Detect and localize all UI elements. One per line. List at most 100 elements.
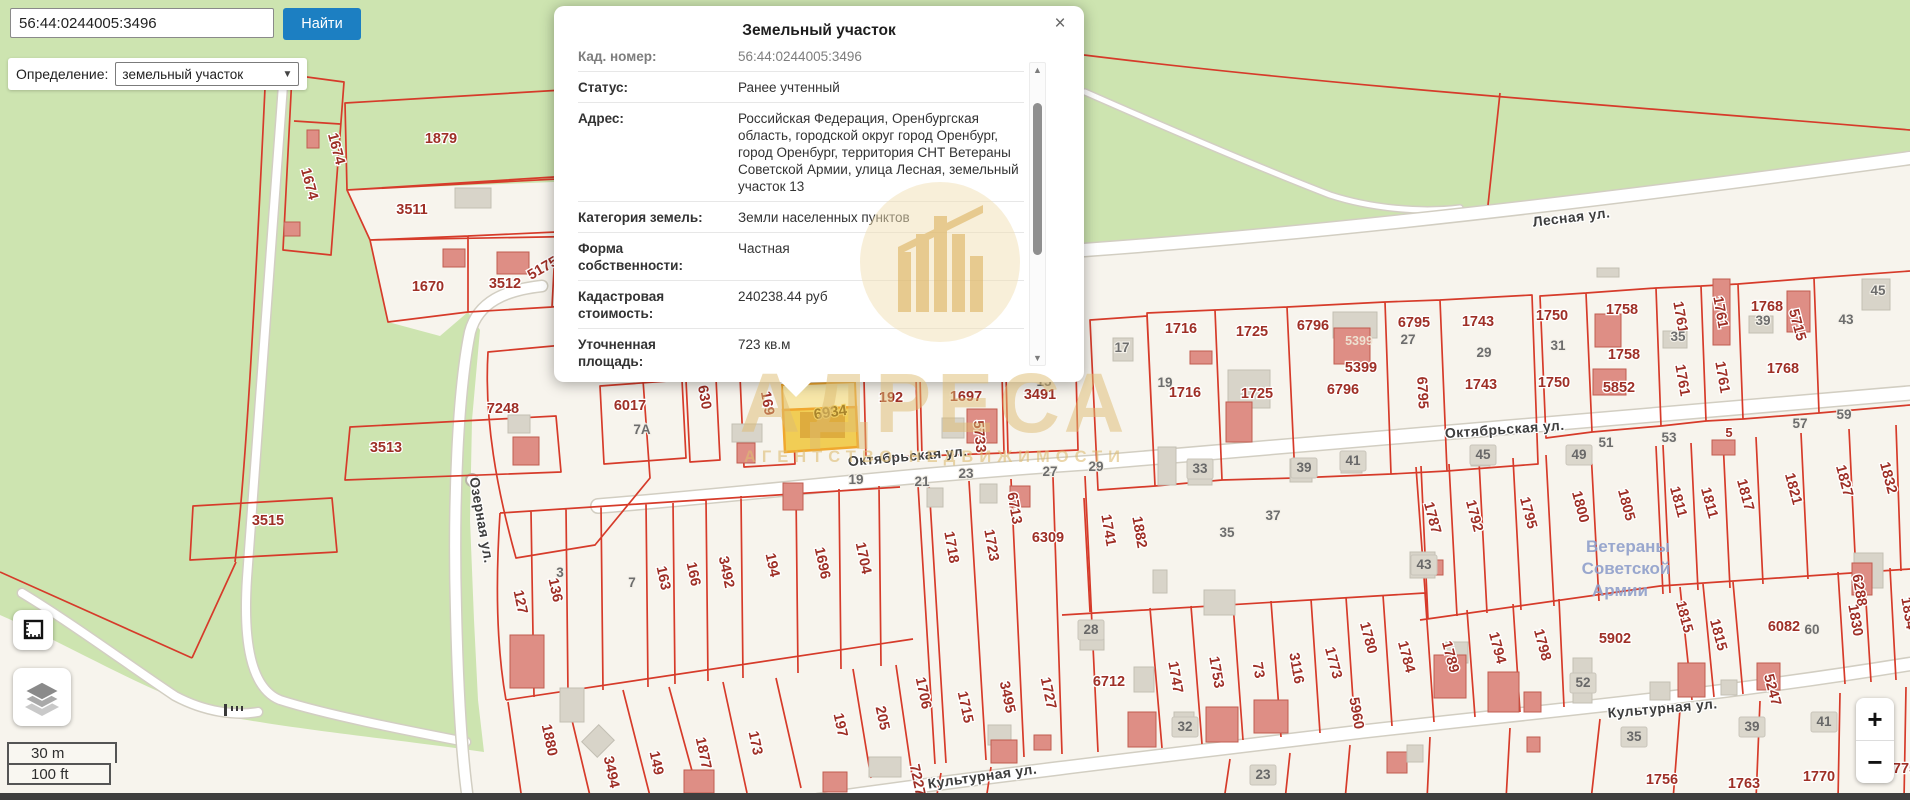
definition-bar: Определение: земельный участок ▼ bbox=[8, 58, 307, 90]
zoom-control: + − bbox=[1856, 698, 1894, 783]
map-label: 59 bbox=[1836, 407, 1851, 422]
map-label: 1725 bbox=[1241, 386, 1273, 402]
map-label: 49 bbox=[1571, 447, 1586, 462]
map-label: 6712 bbox=[1093, 674, 1125, 690]
map-label: 39 bbox=[1744, 719, 1759, 734]
map-label: 37 bbox=[1265, 508, 1280, 523]
popup-row-address: Адрес: Российская Федерация, Оренбургска… bbox=[578, 103, 1024, 202]
popup-rows: Кад. номер: 56:44:0244005:3496 Статус: Р… bbox=[578, 50, 1024, 370]
popup-row-area: Уточненная площадь: 723 кв.м bbox=[578, 329, 1024, 370]
close-icon[interactable]: × bbox=[1048, 12, 1072, 36]
map-label: 6309 bbox=[1032, 530, 1064, 546]
map-label: 1743 bbox=[1465, 377, 1497, 393]
map-label: 1758 bbox=[1608, 347, 1640, 363]
map-label: 1716 bbox=[1169, 385, 1201, 401]
popup-row-cadnumber: Кад. номер: 56:44:0244005:3496 bbox=[578, 50, 1024, 72]
scale-imperial: 100 ft bbox=[7, 763, 111, 785]
popup-title: Земельный участок bbox=[554, 22, 1084, 40]
map-label: 1743 bbox=[1462, 314, 1494, 330]
popup-row-category: Категория земель: Земли населенных пункт… bbox=[578, 202, 1024, 233]
map-label: 53 bbox=[1661, 430, 1677, 445]
zoom-out-button[interactable]: − bbox=[1856, 741, 1894, 783]
map-label: 6796 bbox=[1327, 382, 1359, 398]
map-label: 29 bbox=[1088, 459, 1103, 474]
map-label: 43 bbox=[1838, 312, 1854, 327]
map-label: 35 bbox=[1219, 525, 1235, 540]
map-label: 41 bbox=[1345, 453, 1361, 468]
map-label: 41 bbox=[1816, 714, 1832, 729]
district-label: Советской bbox=[1582, 559, 1671, 578]
map-label: 39 bbox=[1296, 460, 1311, 475]
popup-row-cost: Кадастровая стоимость: 240238.44 руб bbox=[578, 281, 1024, 329]
search-button[interactable]: Найти bbox=[283, 8, 361, 40]
map-label: 3491 bbox=[1024, 387, 1056, 403]
map-label: 1716 bbox=[1165, 321, 1197, 337]
map-label: 35 bbox=[1626, 729, 1642, 744]
map-label: 3513 bbox=[370, 440, 402, 456]
definition-select[interactable]: земельный участок ▼ bbox=[115, 62, 299, 86]
layers-icon bbox=[21, 676, 63, 718]
map-label: 3 bbox=[556, 565, 564, 580]
map-label: 1768 bbox=[1767, 361, 1799, 377]
map-label: 5852 bbox=[1603, 380, 1635, 396]
definition-selected-value: земельный участок bbox=[122, 67, 243, 82]
map-label: 192 bbox=[879, 390, 903, 406]
scroll-down-icon[interactable]: ▼ bbox=[1030, 353, 1045, 363]
map-label: 27 bbox=[1042, 464, 1057, 479]
map-label: 19 bbox=[1157, 375, 1172, 390]
map-label: 1670 bbox=[412, 279, 444, 295]
map-label: 31 bbox=[1550, 338, 1566, 353]
map-label: 1756 bbox=[1646, 772, 1678, 788]
map-label: 73 bbox=[1249, 661, 1268, 680]
scrollbar-thumb[interactable] bbox=[1033, 103, 1042, 255]
map-label: 5399 bbox=[1345, 360, 1377, 376]
map-label: 1770 bbox=[1803, 769, 1835, 785]
map-label: 21 bbox=[914, 474, 930, 489]
map-label: 7 bbox=[628, 575, 636, 590]
map-label: 23 bbox=[1255, 767, 1271, 782]
scale-bar: 30 m 100 ft bbox=[7, 742, 117, 785]
popup-row-status: Статус: Ранее учтенный bbox=[578, 72, 1024, 103]
district-label: Армии bbox=[1592, 581, 1648, 600]
map-label: 35 bbox=[1670, 329, 1686, 344]
definition-label: Определение: bbox=[16, 66, 108, 82]
search-bar: Найти bbox=[10, 8, 361, 40]
map-label: 33 bbox=[1192, 461, 1208, 476]
layers-button[interactable] bbox=[13, 668, 71, 726]
map-label: 6795 bbox=[1413, 376, 1431, 409]
map-label: 7248 bbox=[487, 401, 519, 417]
map-label: 5 bbox=[1725, 425, 1732, 440]
map-label: 17 bbox=[1114, 340, 1129, 355]
map-label: 1750 bbox=[1536, 308, 1568, 324]
map-label: 1750 bbox=[1538, 375, 1570, 391]
map-label: 3512 bbox=[489, 276, 521, 292]
search-input[interactable] bbox=[10, 8, 274, 38]
map-label: 5902 bbox=[1599, 631, 1631, 647]
zoom-in-button[interactable]: + bbox=[1856, 698, 1894, 740]
map-label: 6796 bbox=[1297, 318, 1329, 334]
map-label: 6017 bbox=[614, 398, 646, 414]
map-label: 6795 bbox=[1398, 315, 1430, 331]
map-label: 7А bbox=[633, 422, 651, 437]
map-label: 5733 bbox=[970, 420, 989, 454]
map-label: 1758 bbox=[1606, 302, 1638, 318]
map-label: 6082 bbox=[1768, 619, 1800, 635]
scroll-up-icon[interactable]: ▲ bbox=[1030, 65, 1045, 75]
bottom-attribution-bar bbox=[0, 793, 1910, 800]
map-label: 28 bbox=[1083, 622, 1099, 637]
chevron-down-icon: ▼ bbox=[271, 69, 293, 80]
popup-scrollbar[interactable]: ▲ ▼ bbox=[1029, 62, 1046, 366]
map-label: 19 bbox=[848, 472, 863, 487]
map-label: 5399 bbox=[1345, 334, 1373, 348]
measure-button[interactable] bbox=[13, 610, 53, 650]
map-label: 23 bbox=[958, 466, 974, 481]
scale-metric: 30 m bbox=[7, 742, 117, 763]
map-label: 1725 bbox=[1236, 324, 1268, 340]
map-label: 3515 bbox=[252, 513, 284, 529]
map-label: 1763 bbox=[1728, 776, 1760, 792]
measure-icon bbox=[21, 618, 45, 642]
parcel-info-popup: Земельный участок × Кад. номер: 56:44:02… bbox=[554, 6, 1084, 382]
map-label: 51 bbox=[1598, 435, 1614, 450]
map-label: 32 bbox=[1177, 719, 1192, 734]
map-label: 45 bbox=[1870, 283, 1886, 298]
